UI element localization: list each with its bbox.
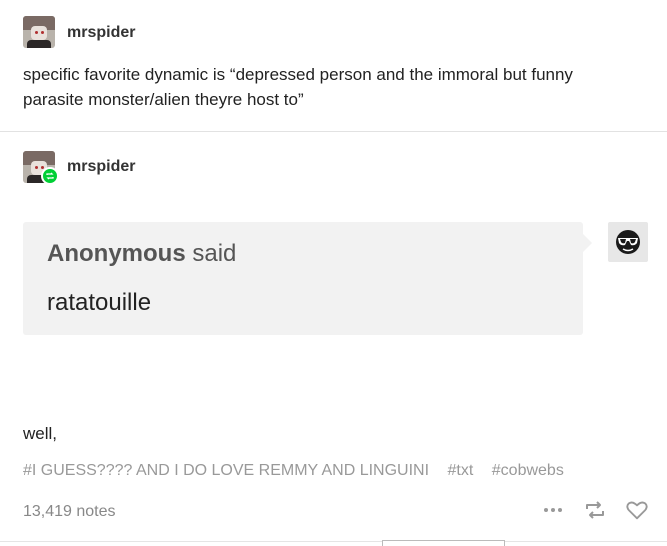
reblog-username[interactable]: mrspider xyxy=(67,158,135,176)
tag[interactable]: #I GUESS???? AND I DO LOVE REMMY AND LIN… xyxy=(23,462,429,479)
post-body-text: specific favorite dynamic is “depressed … xyxy=(23,65,573,109)
ask-question: ratatouille xyxy=(47,289,152,316)
username[interactable]: mrspider xyxy=(67,24,135,42)
tag[interactable]: #txt xyxy=(448,462,474,479)
asker-line: Anonymous said xyxy=(47,240,236,268)
tag[interactable]: #cobwebs xyxy=(492,462,564,479)
asker-said: said xyxy=(185,240,237,267)
next-post-edge xyxy=(382,540,505,546)
bottom-border xyxy=(0,541,667,542)
tag-list: #I GUESS???? AND I DO LOVE REMMY AND LIN… xyxy=(23,462,578,480)
anonymous-avatar-icon xyxy=(608,222,648,262)
reblog-icon[interactable] xyxy=(583,498,607,522)
ask-box: Anonymous said ratatouille xyxy=(23,222,592,335)
like-heart-icon[interactable] xyxy=(625,498,649,522)
more-options-icon[interactable] xyxy=(541,498,565,522)
reblog-badge-icon xyxy=(41,167,59,185)
asker-name: Anonymous xyxy=(47,240,186,267)
answer-text: well, xyxy=(23,424,58,443)
original-post: mrspider specific favorite dynamic is “d… xyxy=(0,0,667,130)
user-avatar[interactable] xyxy=(23,16,55,48)
notes-count[interactable]: 13,419 notes xyxy=(23,503,116,521)
post-actions xyxy=(541,498,649,522)
reblog-divider xyxy=(0,131,667,132)
